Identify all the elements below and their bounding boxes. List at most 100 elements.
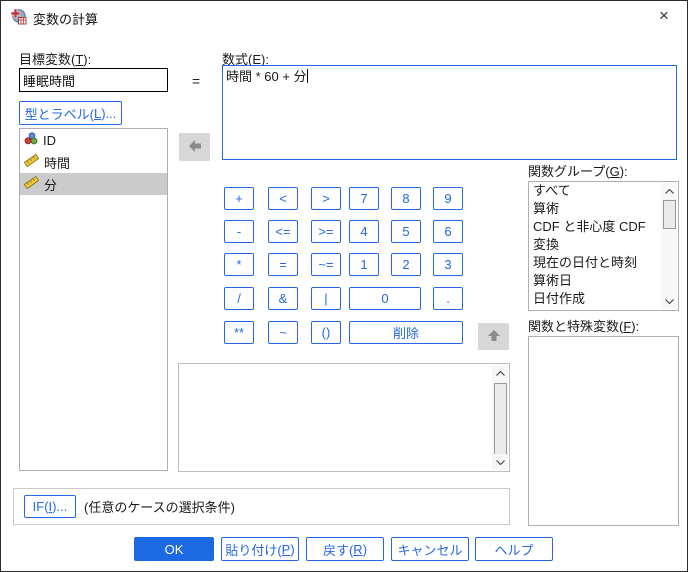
list-item[interactable]: すべて <box>529 182 661 200</box>
list-item-minutes[interactable]: 分 <box>20 173 167 195</box>
variable-name: ID <box>43 132 56 148</box>
scale-variable-icon <box>23 175 40 192</box>
expression-text: 時間 * 60 + 分 <box>226 69 307 84</box>
keypad-power-button[interactable]: ** <box>224 321 254 344</box>
compute-variable-icon <box>10 8 27 25</box>
keypad-equal-button[interactable]: = <box>268 253 298 276</box>
label-pre: 関数グループ( <box>528 164 610 179</box>
target-variable-label: 目標変数(T): <box>19 49 91 68</box>
mnemonic: G <box>609 164 620 179</box>
keypad-less-than-button[interactable]: < <box>268 187 298 210</box>
keypad-greater-equal-button[interactable]: >= <box>311 220 341 243</box>
scroll-down-icon[interactable] <box>661 293 677 309</box>
keypad-not-button[interactable]: ~ <box>268 321 298 344</box>
label-post: )... <box>101 105 117 121</box>
scroll-down-icon[interactable] <box>492 454 508 470</box>
compute-variable-dialog: 変数の計算 × 目標変数(T): = 型とラベル(L)... ID <box>0 0 688 572</box>
scroll-up-icon[interactable] <box>492 365 508 381</box>
keypad-not-equal-button[interactable]: ~= <box>311 253 341 276</box>
expression-editor[interactable]: 時間 * 60 + 分 <box>222 65 677 160</box>
keypad-or-button[interactable]: | <box>311 287 341 310</box>
keypad-and-button[interactable]: & <box>268 287 298 310</box>
keypad-delete-button[interactable]: 削除 <box>349 321 463 344</box>
scale-variable-icon <box>23 153 40 170</box>
keypad-divide-button[interactable]: / <box>224 287 254 310</box>
variable-name: 時間 <box>44 155 71 171</box>
reset-button[interactable]: 戻す(R) <box>306 537 384 561</box>
help-button[interactable]: ヘルプ <box>475 537 553 561</box>
keypad-0-button[interactable]: 0 <box>349 287 421 310</box>
keypad-1-button[interactable]: 1 <box>349 253 379 276</box>
label-pre: 関数と特殊変数( <box>528 319 624 334</box>
list-item-id[interactable]: ID <box>20 129 167 151</box>
nominal-variable-icon <box>24 132 38 148</box>
label-post: )... <box>52 499 68 514</box>
label-pre: 目標変数( <box>19 52 76 67</box>
paste-button[interactable]: 貼り付け(P) <box>221 537 299 561</box>
keypad-parentheses-button[interactable]: () <box>311 321 341 344</box>
keypad-6-button[interactable]: 6 <box>433 220 463 243</box>
list-item[interactable]: 日付作成 <box>529 290 661 308</box>
list-item[interactable]: 現在の日付と時刻 <box>529 254 661 272</box>
keypad-5-button[interactable]: 5 <box>391 220 421 243</box>
label-post: ): <box>619 164 628 179</box>
scrollbar-thumb[interactable] <box>494 383 507 455</box>
text-cursor <box>306 69 308 83</box>
cancel-button[interactable]: キャンセル <box>391 537 469 561</box>
mnemonic: L <box>93 105 102 121</box>
window-title: 変数の計算 <box>33 12 99 27</box>
close-button[interactable]: × <box>641 1 687 31</box>
scrollbar-thumb[interactable] <box>663 200 676 229</box>
if-button[interactable]: IF(I)... <box>24 495 76 518</box>
list-item[interactable]: CDF と非心度 CDF <box>529 218 661 236</box>
move-variable-button[interactable] <box>179 133 210 161</box>
if-condition-hint: (任意のケースの選択条件) <box>84 500 236 515</box>
functions-special-list[interactable] <box>528 336 679 526</box>
close-icon: × <box>659 6 669 25</box>
label-post: ) <box>290 541 295 557</box>
description-scrollbar[interactable] <box>492 365 508 470</box>
keypad-9-button[interactable]: 9 <box>433 187 463 210</box>
label-post: ) <box>362 541 368 557</box>
keypad-decimal-button[interactable]: . <box>433 287 463 310</box>
label-pre: 戻す( <box>322 542 354 558</box>
keypad-less-equal-button[interactable]: <= <box>268 220 298 243</box>
target-variable-input[interactable] <box>19 68 168 92</box>
variable-name: 分 <box>44 177 58 193</box>
functions-special-label: 関数と特殊変数(F): <box>528 316 639 335</box>
scroll-up-icon[interactable] <box>661 183 677 199</box>
keypad-3-button[interactable]: 3 <box>433 253 463 276</box>
mnemonic: R <box>353 541 363 557</box>
equals-sign: = <box>192 73 201 89</box>
arrow-up-icon <box>487 328 501 345</box>
keypad-plus-button[interactable]: + <box>224 187 254 210</box>
label-pre: 型とラベル( <box>24 106 94 122</box>
label-pre: 貼り付け( <box>225 542 282 558</box>
ok-button[interactable]: OK <box>134 537 214 561</box>
insert-function-button[interactable] <box>478 323 509 350</box>
list-item[interactable]: 算術日 <box>529 272 661 290</box>
if-condition-row: IF(I)... (任意のケースの選択条件) <box>13 488 510 525</box>
function-group-list[interactable]: すべて 算術 CDF と非心度 CDF 変換 現在の日付と時刻 算術日 日付作成 <box>528 181 679 311</box>
function-group-label: 関数グループ(G): <box>528 161 628 180</box>
arrow-left-icon <box>187 139 203 156</box>
keypad-7-button[interactable]: 7 <box>349 187 379 210</box>
keypad-greater-than-button[interactable]: > <box>311 187 341 210</box>
list-item[interactable]: 変換 <box>529 236 661 254</box>
mnemonic: P <box>281 541 291 557</box>
keypad-2-button[interactable]: 2 <box>391 253 421 276</box>
variable-list[interactable]: ID 時間 分 <box>19 128 168 471</box>
keypad-multiply-button[interactable]: * <box>224 253 254 276</box>
label-pre: IF( <box>32 499 49 514</box>
keypad-minus-button[interactable]: - <box>224 220 254 243</box>
label-post: ): <box>83 52 92 67</box>
keypad-8-button[interactable]: 8 <box>391 187 421 210</box>
list-item[interactable]: 算術 <box>529 200 661 218</box>
function-description-area <box>178 363 510 472</box>
label-post: ): <box>631 319 640 334</box>
function-group-scrollbar[interactable] <box>661 183 677 309</box>
type-and-label-button[interactable]: 型とラベル(L)... <box>19 101 122 125</box>
list-item-hours[interactable]: 時間 <box>20 151 167 173</box>
keypad-4-button[interactable]: 4 <box>349 220 379 243</box>
title-bar: 変数の計算 × <box>1 1 687 31</box>
